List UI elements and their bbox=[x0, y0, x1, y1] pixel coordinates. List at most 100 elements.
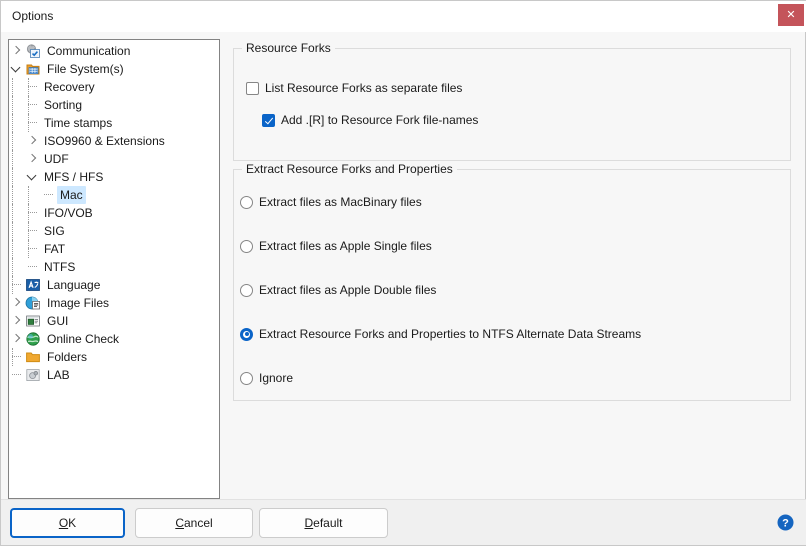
settings-tree-panel[interactable]: Communication File System(s) Recovery Sorti… bbox=[8, 39, 220, 499]
radio-label-extract-macbinary: Extract files as MacBinary files bbox=[259, 195, 422, 209]
close-icon[interactable]: ✕ bbox=[778, 4, 804, 26]
radio-extract-apple-single[interactable]: Extract files as Apple Single files bbox=[240, 239, 432, 253]
help-icon[interactable]: ? bbox=[777, 514, 794, 531]
checkbox-box-list-resource-forks[interactable] bbox=[246, 81, 259, 95]
tree-item-label: Mac bbox=[57, 186, 86, 204]
tree-item-label: Online Check bbox=[47, 332, 120, 346]
tree-indent-guide bbox=[9, 96, 25, 114]
tree-item-ifo-vob[interactable]: IFO/VOB bbox=[9, 204, 219, 222]
ok-button-rest: K bbox=[68, 516, 77, 530]
tree-item-label: Folders bbox=[47, 350, 88, 364]
tree-item-sorting[interactable]: Sorting bbox=[9, 96, 219, 114]
radio-extract-apple-double[interactable]: Extract files as Apple Double files bbox=[240, 283, 436, 297]
tree-item-image-files[interactable]: Image Files bbox=[9, 294, 219, 312]
radio-extract-macbinary[interactable]: Extract files as MacBinary files bbox=[240, 195, 422, 209]
tree-item-label: FAT bbox=[44, 242, 66, 256]
tree-indent-guide bbox=[9, 150, 25, 168]
tree-indent-guide bbox=[25, 186, 41, 204]
tree-item-label: NTFS bbox=[44, 260, 76, 274]
image-files-icon bbox=[25, 295, 41, 311]
tree-item-iso9960-extensions[interactable]: ISO9960 & Extensions bbox=[9, 132, 219, 150]
tree-item-recovery[interactable]: Recovery bbox=[9, 78, 219, 96]
ok-button-accel: O bbox=[58, 516, 69, 530]
tree-item-label: UDF bbox=[44, 152, 69, 166]
extract-group-title: Extract Resource Forks and Properties bbox=[242, 162, 457, 176]
tree-indent-guide bbox=[9, 186, 25, 204]
radio-label-extract-ntfs-ads: Extract Resource Forks and Properties to… bbox=[259, 327, 642, 341]
tree-connector bbox=[25, 96, 41, 114]
tree-item-label: ISO9960 & Extensions bbox=[44, 134, 165, 148]
radio-dot-extract-ntfs-ads[interactable] bbox=[240, 327, 253, 341]
tree-item-fat[interactable]: FAT bbox=[9, 240, 219, 258]
tree-connector bbox=[25, 258, 41, 276]
chevron-right-icon[interactable] bbox=[25, 132, 41, 150]
radio-ignore[interactable]: Ignore bbox=[240, 371, 293, 385]
chevron-down-icon[interactable] bbox=[9, 60, 25, 78]
chevron-right-icon[interactable] bbox=[9, 42, 25, 60]
file-system-icon bbox=[25, 61, 41, 77]
tree-connector bbox=[25, 114, 41, 132]
tree-item-sig[interactable]: SIG bbox=[9, 222, 219, 240]
chevron-down-icon[interactable] bbox=[25, 168, 41, 186]
tree-indent-guide bbox=[9, 204, 25, 222]
svg-text:?: ? bbox=[782, 518, 789, 530]
chevron-right-icon[interactable] bbox=[9, 312, 25, 330]
chevron-right-icon[interactable] bbox=[25, 150, 41, 168]
language-icon bbox=[25, 277, 41, 293]
checkbox-box-add-r-suffix[interactable] bbox=[262, 113, 275, 127]
default-button-accel: D bbox=[304, 516, 314, 530]
tree-item-label: Recovery bbox=[44, 80, 95, 94]
tree-item-label: LAB bbox=[47, 368, 70, 382]
radio-label-extract-apple-single: Extract files as Apple Single files bbox=[259, 239, 432, 253]
tree-item-file-system-s[interactable]: File System(s) bbox=[9, 60, 219, 78]
tree-item-label: GUI bbox=[47, 314, 69, 328]
tree-indent-guide bbox=[9, 240, 25, 258]
radio-dot-extract-apple-double[interactable] bbox=[240, 283, 253, 297]
title-bar: Options ✕ bbox=[1, 1, 806, 32]
checkbox-add-r-suffix[interactable]: Add .[R] to Resource Fork file-names bbox=[262, 113, 478, 127]
tree-item-ntfs[interactable]: NTFS bbox=[9, 258, 219, 276]
chevron-right-icon[interactable] bbox=[9, 330, 25, 348]
radio-dot-ignore[interactable] bbox=[240, 371, 253, 385]
tree-item-online-check[interactable]: Online Check bbox=[9, 330, 219, 348]
radio-dot-extract-apple-single[interactable] bbox=[240, 239, 253, 253]
ok-button[interactable]: OK bbox=[10, 508, 125, 538]
checkbox-label-list-resource-forks: List Resource Forks as separate files bbox=[265, 81, 463, 95]
tree-item-communication[interactable]: Communication bbox=[9, 42, 219, 60]
radio-extract-ntfs-ads[interactable]: Extract Resource Forks and Properties to… bbox=[240, 327, 641, 341]
tree-connector bbox=[41, 186, 57, 204]
tree-item-label: Image Files bbox=[47, 296, 110, 310]
tree-connector bbox=[9, 366, 25, 384]
tree-item-label: Sorting bbox=[44, 98, 83, 112]
tree-item-label: File System(s) bbox=[47, 62, 124, 76]
checkbox-list-resource-forks[interactable]: List Resource Forks as separate files bbox=[246, 81, 462, 95]
tree-item-mfs-hfs[interactable]: MFS / HFS bbox=[9, 168, 219, 186]
tree-connector bbox=[9, 276, 25, 294]
options-dialog: Options ✕ Communication File System(s) Rec… bbox=[0, 0, 806, 546]
cancel-button[interactable]: Cancel bbox=[135, 508, 253, 538]
lab-icon bbox=[25, 367, 41, 383]
default-button-rest: efault bbox=[313, 516, 343, 530]
tree-item-udf[interactable]: UDF bbox=[9, 150, 219, 168]
tree-item-mac[interactable]: Mac bbox=[9, 186, 219, 204]
globe-icon bbox=[25, 331, 41, 347]
tree-connector bbox=[9, 348, 25, 366]
tree-item-gui[interactable]: GUI bbox=[9, 312, 219, 330]
tree-indent-guide bbox=[9, 222, 25, 240]
checkbox-label-add-r-suffix: Add .[R] to Resource Fork file-names bbox=[281, 113, 479, 127]
tree-item-time-stamps[interactable]: Time stamps bbox=[9, 114, 219, 132]
cancel-button-rest: ancel bbox=[183, 516, 213, 530]
tree-item-label: Communication bbox=[47, 44, 131, 58]
default-button[interactable]: Default bbox=[259, 508, 388, 538]
tree-item-label: IFO/VOB bbox=[44, 206, 93, 220]
tree-item-lab[interactable]: LAB bbox=[9, 366, 219, 384]
tree-item-label: Language bbox=[47, 278, 101, 292]
tree-item-folders[interactable]: Folders bbox=[9, 348, 219, 366]
tree-connector bbox=[25, 204, 41, 222]
radio-dot-extract-macbinary[interactable] bbox=[240, 195, 253, 209]
tree-item-label: SIG bbox=[44, 224, 65, 238]
tree-item-language[interactable]: Language bbox=[9, 276, 219, 294]
tree-indent-guide bbox=[9, 132, 25, 150]
chevron-right-icon[interactable] bbox=[9, 294, 25, 312]
tree-indent-guide bbox=[9, 78, 25, 96]
